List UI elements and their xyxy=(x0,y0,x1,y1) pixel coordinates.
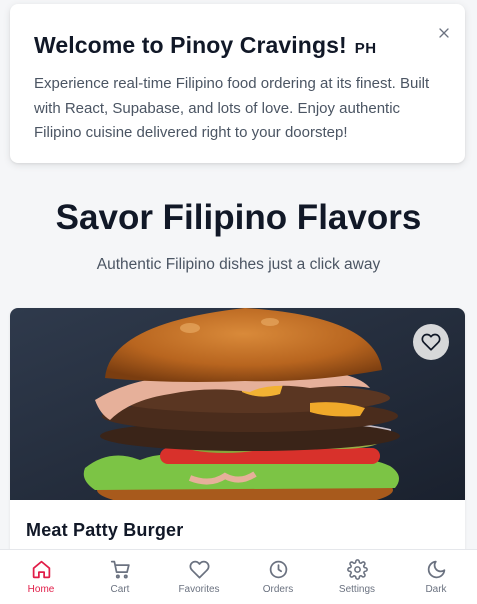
nav-home[interactable]: Home xyxy=(2,550,80,604)
cart-icon xyxy=(110,560,130,579)
welcome-banner: Welcome to Pinoy Cravings! PH Experience… xyxy=(10,4,465,163)
welcome-heading: Welcome to Pinoy Cravings! PH xyxy=(34,30,441,64)
nav-cart-label: Cart xyxy=(110,584,130,595)
heart-icon xyxy=(421,333,441,351)
nav-settings-label: Settings xyxy=(338,584,376,595)
nav-orders[interactable]: Orders xyxy=(239,550,317,604)
heart-icon xyxy=(189,560,209,579)
close-icon xyxy=(439,28,449,38)
hero-title: Savor Filipino Flavors xyxy=(55,198,422,237)
product-name: Meat Patty Burger xyxy=(26,520,184,540)
welcome-title: Welcome to Pinoy Cravings! xyxy=(34,32,347,58)
bottom-navigation: Home Cart Favorites Orders Settings Dark xyxy=(0,549,477,604)
nav-favorites[interactable]: Favorites xyxy=(160,550,238,604)
moon-icon xyxy=(427,560,445,579)
nav-dark-mode[interactable]: Dark xyxy=(397,550,475,604)
product-image xyxy=(10,308,465,500)
home-icon xyxy=(32,560,50,579)
nav-favorites-label: Favorites xyxy=(178,584,220,595)
gear-icon xyxy=(346,559,368,580)
welcome-description: Experience real-time Filipino food order… xyxy=(34,75,430,141)
nav-cart[interactable]: Cart xyxy=(81,550,159,604)
flag-label: PH xyxy=(354,40,377,57)
clock-icon xyxy=(269,560,287,579)
close-button[interactable] xyxy=(437,26,451,40)
nav-settings[interactable]: Settings xyxy=(318,550,396,604)
nav-orders-label: Orders xyxy=(262,584,294,595)
nav-home-label: Home xyxy=(27,584,55,595)
favorite-button[interactable] xyxy=(413,324,449,360)
hero-subtitle: Authentic Filipino dishes just a click a… xyxy=(96,256,381,273)
product-card[interactable]: Meat Patty Burger xyxy=(10,308,465,568)
nav-dark-label: Dark xyxy=(425,584,447,595)
